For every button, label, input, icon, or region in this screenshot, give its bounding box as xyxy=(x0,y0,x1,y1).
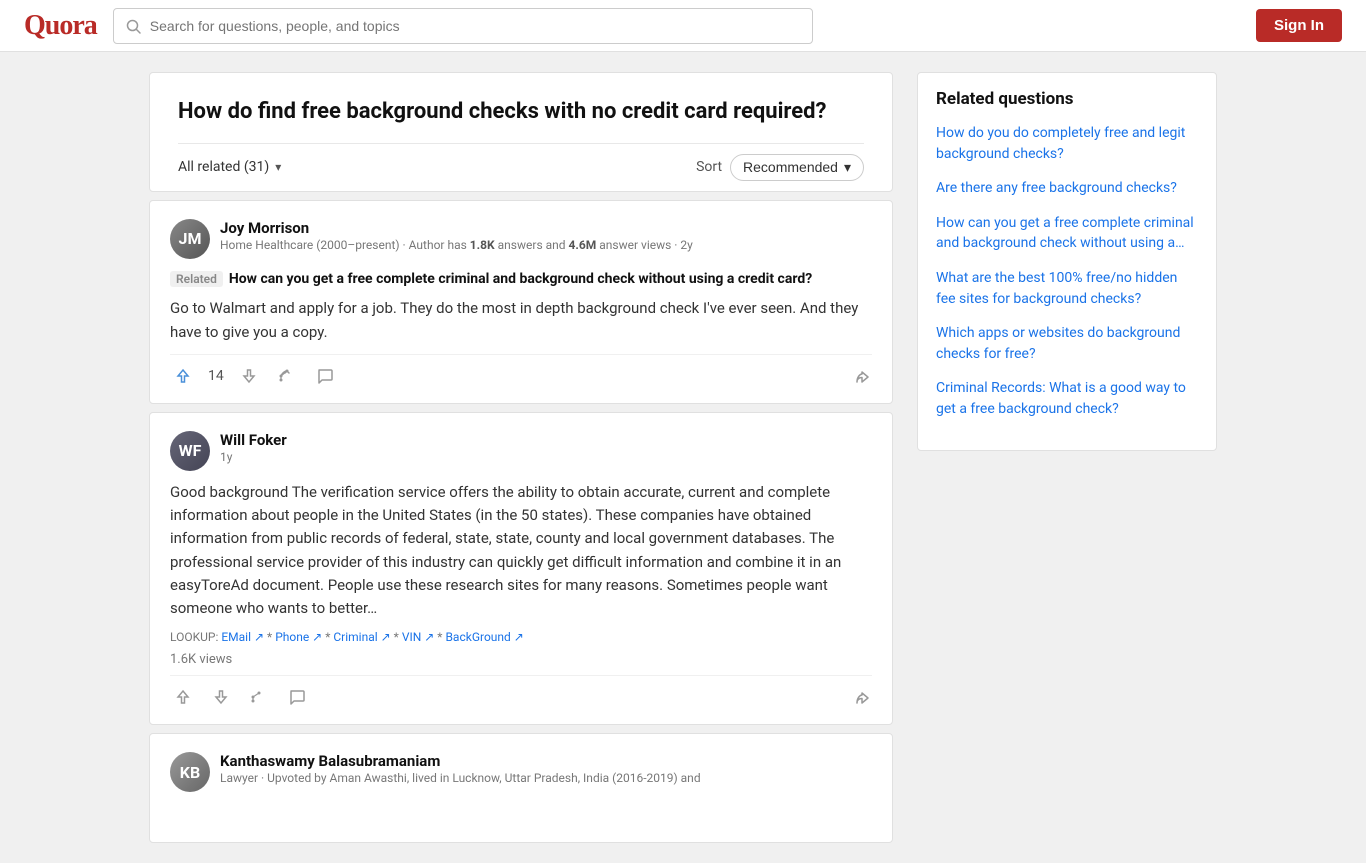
author-name[interactable]: Joy Morrison xyxy=(220,219,872,237)
upvote-button[interactable] xyxy=(170,363,196,389)
answer-item: JM Joy Morrison Home Healthcare (2000–pr… xyxy=(149,200,893,404)
answer-item: KB Kanthaswamy Balasubramaniam Lawyer · … xyxy=(149,733,893,843)
related-question-link[interactable]: Which apps or websites do background che… xyxy=(936,325,1180,362)
author-info: Joy Morrison Home Healthcare (2000–prese… xyxy=(220,219,872,254)
comment-icon xyxy=(288,688,306,706)
lookup-links: LOOKUP: EMail ↗ * Phone ↗ * Criminal ↗ *… xyxy=(170,630,872,644)
sort-chevron-icon: ▾ xyxy=(844,159,851,176)
author-info: Will Foker 1y xyxy=(220,431,872,466)
forward-button[interactable] xyxy=(854,687,872,708)
lookup-phone-link[interactable]: Phone ↗ xyxy=(275,630,322,644)
avatar: JM xyxy=(170,219,210,259)
related-question-item: How do you do completely free and legit … xyxy=(936,123,1198,164)
related-tag: Related xyxy=(170,271,223,287)
comment-button[interactable] xyxy=(312,363,338,389)
page-body: How do find free background checks with … xyxy=(133,52,1233,863)
share-icon xyxy=(278,367,296,385)
related-question-link[interactable]: What are the best 100% free/no hidden fe… xyxy=(936,270,1177,307)
lookup-email-link[interactable]: EMail ↗ xyxy=(221,630,264,644)
related-question-text: How can you get a free complete criminal… xyxy=(229,271,812,287)
lookup-prefix: LOOKUP: xyxy=(170,630,221,644)
sort-label: Sort xyxy=(696,159,722,175)
upvote-icon xyxy=(174,688,192,706)
sign-in-button[interactable]: Sign In xyxy=(1256,9,1342,42)
comment-button[interactable] xyxy=(284,684,310,710)
author-name[interactable]: Will Foker xyxy=(220,431,872,449)
answer-views: 1.6K views xyxy=(170,652,872,667)
sort-area: Sort Recommended ▾ xyxy=(696,154,864,181)
author-row: JM Joy Morrison Home Healthcare (2000–pr… xyxy=(170,219,872,259)
answer-toolbar: All related (31) ▾ Sort Recommended ▾ xyxy=(178,143,864,191)
share-button[interactable] xyxy=(246,684,272,710)
sidebar: Related questions How do you do complete… xyxy=(917,72,1217,843)
downvote-icon xyxy=(212,688,230,706)
main-column: How do find free background checks with … xyxy=(149,72,893,843)
question-card: How do find free background checks with … xyxy=(149,72,893,192)
related-question-item: How can you get a free complete criminal… xyxy=(936,213,1198,254)
upvote-count: 14 xyxy=(208,368,224,384)
answer-list: JM Joy Morrison Home Healthcare (2000–pr… xyxy=(149,192,893,844)
downvote-icon xyxy=(240,367,258,385)
forward-icon xyxy=(854,368,872,386)
lookup-background-link[interactable]: BackGround ↗ xyxy=(445,630,523,644)
related-questions-card: Related questions How do you do complete… xyxy=(917,72,1217,451)
comment-icon xyxy=(316,367,334,385)
chevron-down-icon: ▾ xyxy=(275,160,281,174)
related-question-item: Criminal Records: What is a good way to … xyxy=(936,378,1198,419)
lookup-criminal-link[interactable]: Criminal ↗ xyxy=(333,630,390,644)
forward-button[interactable] xyxy=(854,365,872,386)
views-count-meta: 4.6M xyxy=(569,238,597,252)
related-question-item: What are the best 100% free/no hidden fe… xyxy=(936,268,1198,309)
upvote-button[interactable] xyxy=(170,684,196,710)
share-button[interactable] xyxy=(274,363,300,389)
recommended-label: Recommended xyxy=(743,159,838,175)
forward-icon xyxy=(854,689,872,707)
author-row: KB Kanthaswamy Balasubramaniam Lawyer · … xyxy=(170,752,872,792)
related-question-link[interactable]: Criminal Records: What is a good way to … xyxy=(936,380,1186,417)
related-question-link[interactable]: How do you do completely free and legit … xyxy=(936,125,1185,162)
sort-recommended-button[interactable]: Recommended ▾ xyxy=(730,154,864,181)
action-bar xyxy=(170,675,872,710)
search-input[interactable] xyxy=(150,18,800,34)
lookup-vin-link[interactable]: VIN ↗ xyxy=(402,630,435,644)
author-meta: Lawyer · Upvoted by Aman Awasthi, lived … xyxy=(220,770,872,787)
answer-body: Go to Walmart and apply for a job. They … xyxy=(170,297,872,344)
search-bar[interactable] xyxy=(113,8,813,44)
author-row: WF Will Foker 1y xyxy=(170,431,872,471)
related-question-link[interactable]: Are there any free background checks? xyxy=(936,180,1177,196)
search-icon xyxy=(126,16,142,34)
action-bar: 14 xyxy=(170,354,872,389)
related-question-block: Related How can you get a free complete c… xyxy=(170,269,872,290)
downvote-button[interactable] xyxy=(236,363,262,389)
related-question-item: Which apps or websites do background che… xyxy=(936,323,1198,364)
author-meta: Home Healthcare (2000–present) · Author … xyxy=(220,237,872,254)
all-related-label: All related (31) xyxy=(178,159,269,175)
avatar: KB xyxy=(170,752,210,792)
share-icon xyxy=(250,688,268,706)
avatar: WF xyxy=(170,431,210,471)
related-questions-title: Related questions xyxy=(936,89,1198,109)
downvote-button[interactable] xyxy=(208,684,234,710)
answer-body: Good background The verification service… xyxy=(170,481,872,621)
question-title: How do find free background checks with … xyxy=(178,97,864,127)
author-meta: 1y xyxy=(220,449,872,466)
upvote-icon xyxy=(174,367,192,385)
related-question-link[interactable]: How can you get a free complete criminal… xyxy=(936,215,1194,252)
answer-item: WF Will Foker 1y Good background The ver… xyxy=(149,412,893,726)
author-info: Kanthaswamy Balasubramaniam Lawyer · Upv… xyxy=(220,752,872,787)
quora-logo[interactable]: Quora xyxy=(24,10,97,42)
header: Quora Sign In xyxy=(0,0,1366,52)
answers-count: 1.8K xyxy=(470,238,495,252)
all-related-button[interactable]: All related (31) ▾ xyxy=(178,159,281,175)
related-question-item: Are there any free background checks? xyxy=(936,178,1198,199)
